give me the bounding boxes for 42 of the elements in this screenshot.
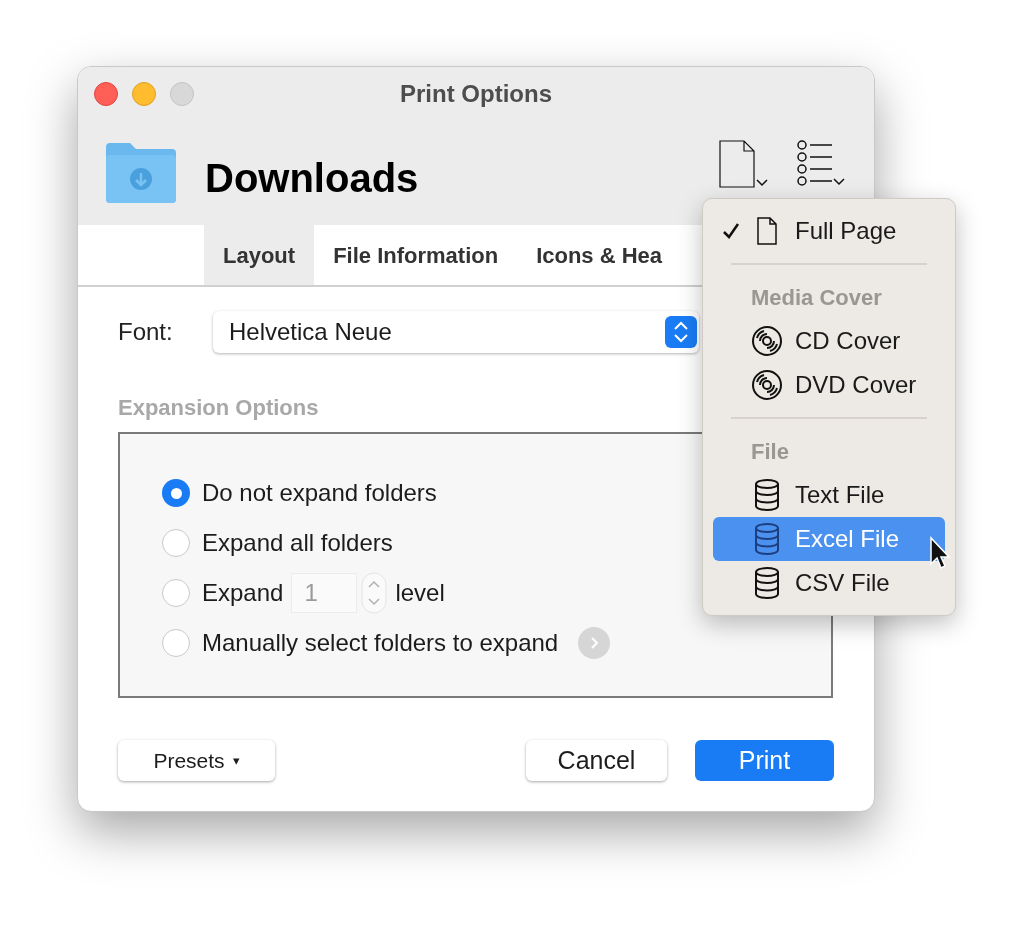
page-icon — [756, 216, 778, 246]
cancel-button[interactable]: Cancel — [526, 740, 667, 781]
disc-icon — [751, 325, 783, 357]
radio-button[interactable] — [162, 529, 190, 557]
option-label: Manually select folders to expand — [202, 628, 559, 658]
menu-item[interactable]: Full Page — [713, 209, 945, 253]
radio-button[interactable] — [162, 479, 190, 507]
folder-name: Downloads — [205, 155, 419, 202]
radio-button[interactable] — [162, 629, 190, 657]
menu-item[interactable]: CSV File — [713, 561, 945, 605]
menu-item[interactable]: Text File — [713, 473, 945, 517]
option-label: Expand — [202, 578, 284, 608]
database-icon — [754, 566, 780, 600]
disc-icon — [751, 369, 783, 401]
menu-section-header: Media Cover — [750, 283, 883, 312]
font-label: Font: — [118, 317, 174, 347]
checkmark-icon — [722, 222, 740, 240]
mouse-pointer-icon — [929, 536, 951, 570]
option-label: Do not expand folders — [202, 478, 437, 508]
print-button[interactable]: Print — [695, 740, 834, 781]
font-select[interactable]: Helvetica Neue — [213, 311, 699, 353]
minimize-button[interactable] — [132, 82, 156, 106]
menu-section-header: File — [750, 437, 790, 466]
zoom-button[interactable] — [170, 82, 194, 106]
radio-button[interactable] — [162, 579, 190, 607]
database-icon — [754, 522, 780, 556]
chevron-right-icon[interactable] — [578, 627, 611, 659]
stepper-control[interactable] — [361, 572, 388, 614]
page-format-button[interactable] — [716, 139, 768, 189]
database-icon — [754, 478, 780, 512]
menu-item[interactable]: DVD Cover — [713, 363, 945, 407]
tab[interactable]: Layout — [204, 225, 315, 285]
close-button[interactable] — [94, 82, 118, 106]
level-label: level — [395, 578, 445, 608]
section-title: Expansion Options — [118, 394, 320, 422]
stepper-arrows-icon — [665, 316, 697, 348]
presets-button[interactable]: Presets ▾ — [118, 740, 275, 781]
window-title: Print Options — [400, 79, 552, 109]
list-style-button[interactable] — [796, 139, 848, 187]
menu-item[interactable]: CD Cover — [713, 319, 945, 363]
folder-icon — [104, 141, 178, 205]
option-label: Expand all folders — [202, 528, 393, 558]
